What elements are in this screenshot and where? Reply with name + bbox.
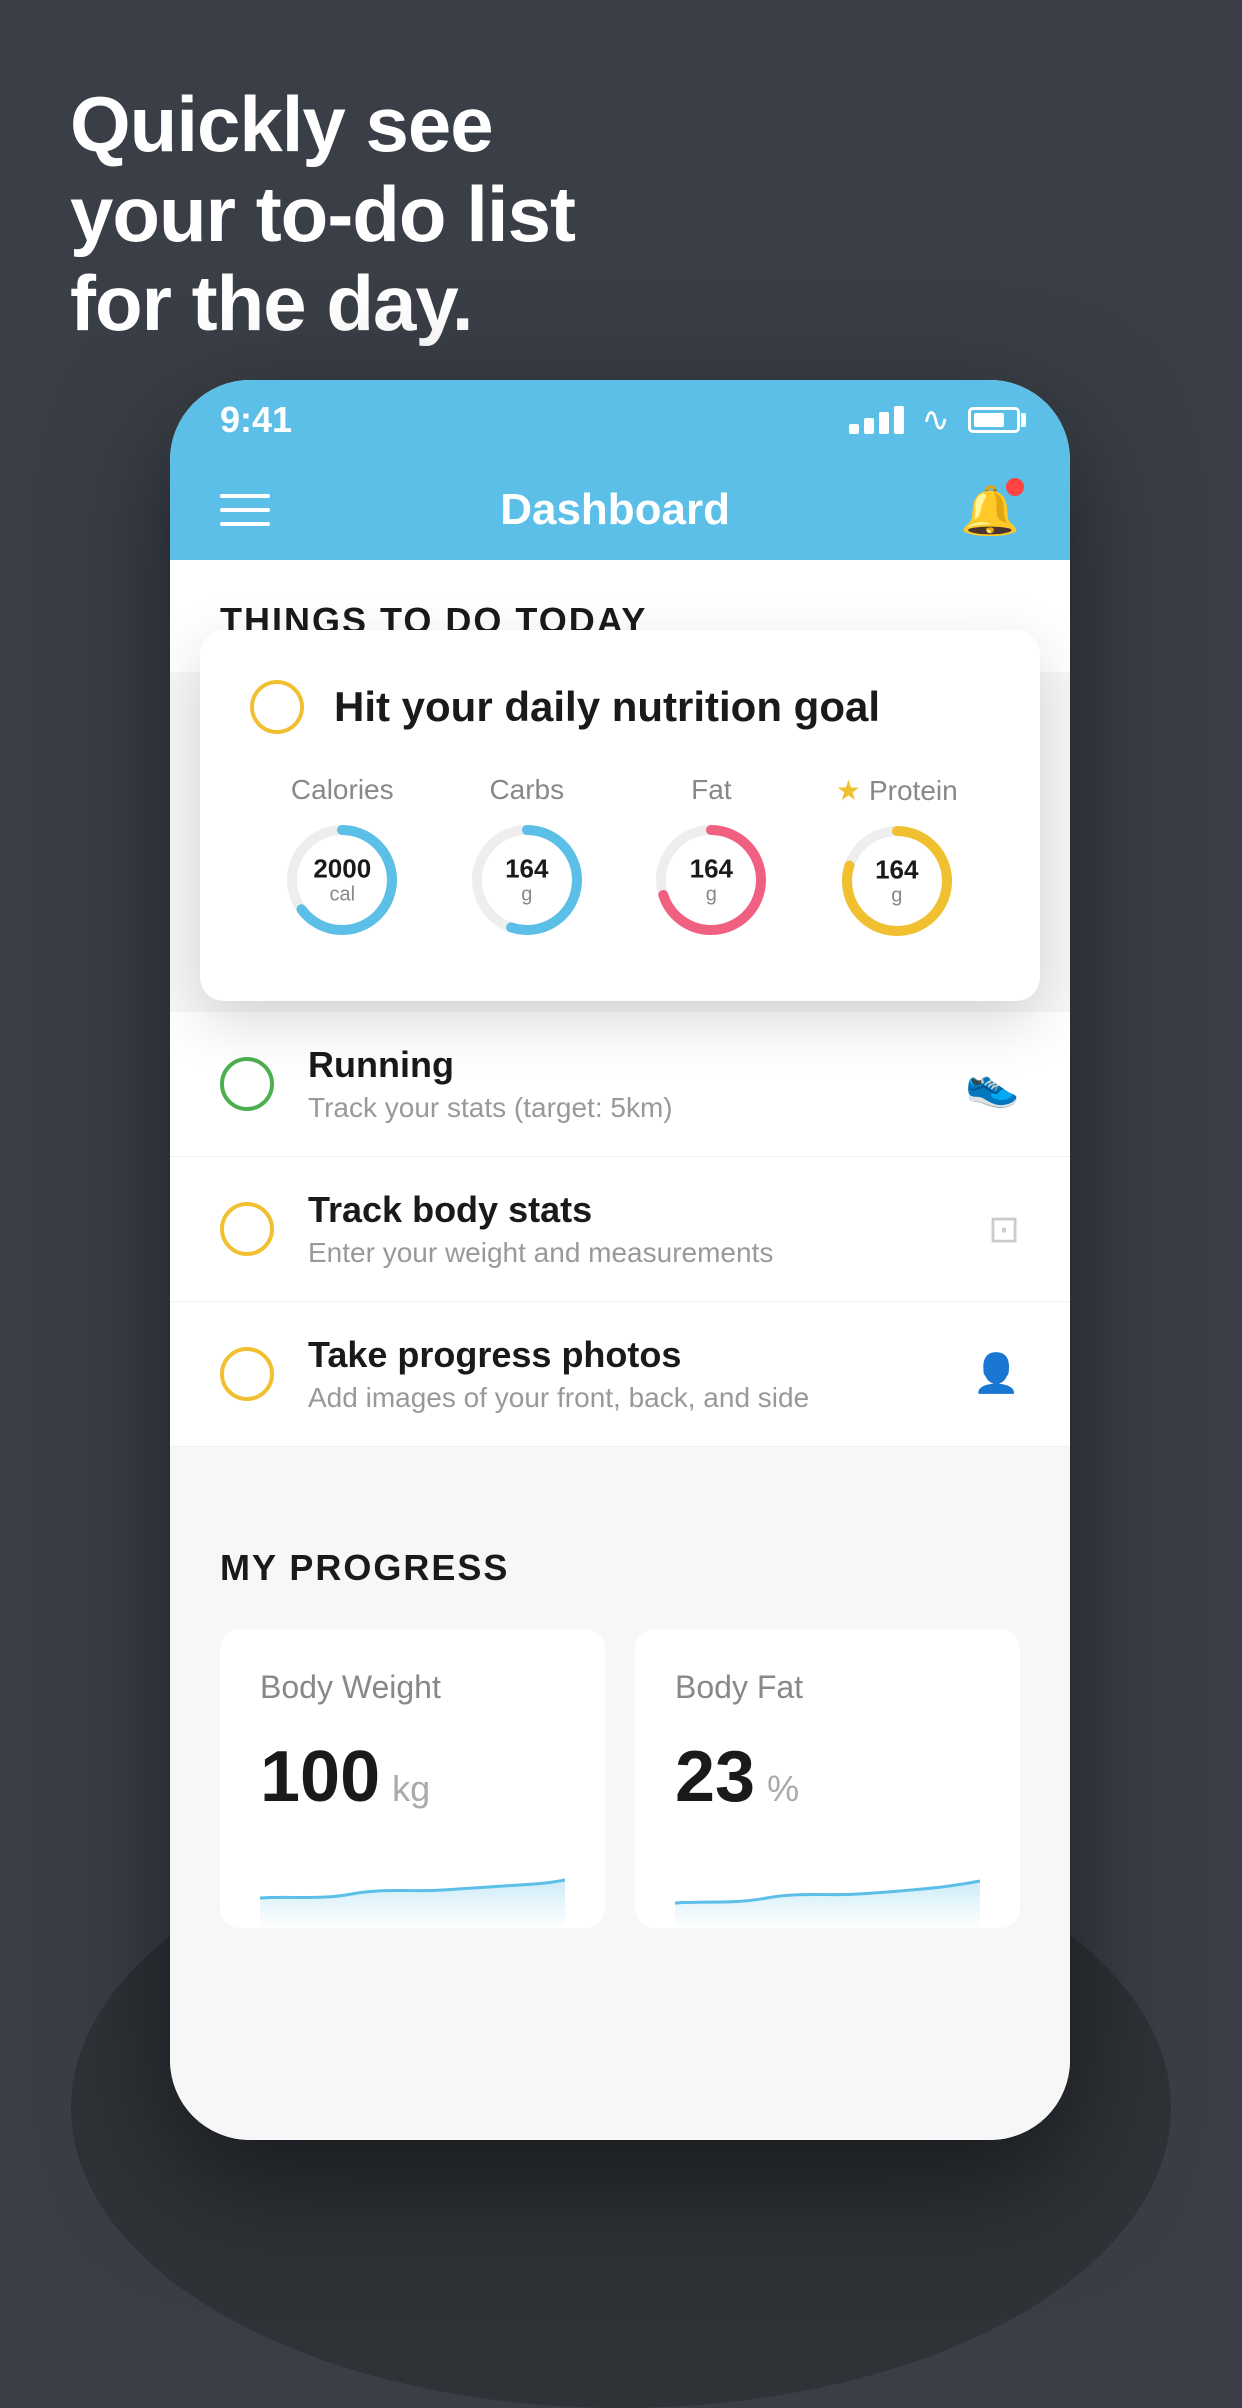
battery-icon [968,407,1020,433]
calories-value: 2000 cal [313,855,371,906]
photos-subtitle: Add images of your front, back, and side [308,1382,939,1414]
body-fat-card[interactable]: Body Fat 23 % [635,1629,1020,1928]
calories-item: Calories 2000 cal [282,774,402,940]
protein-item: ★ Protein 164 g [836,774,958,941]
star-icon: ★ [836,774,861,807]
carbs-item: Carbs 164 g [467,774,587,940]
body-stats-text: Track body stats Enter your weight and m… [308,1189,954,1269]
running-subtitle: Track your stats (target: 5km) [308,1092,931,1124]
progress-grid: Body Weight 100 kg [220,1629,1020,1928]
body-fat-sparkline [675,1848,980,1928]
notification-badge [1006,478,1024,496]
body-fat-value: 23 [675,1736,755,1818]
body-stats-subtitle: Enter your weight and measurements [308,1237,954,1269]
hamburger-menu-button[interactable] [220,494,270,526]
nutrition-card-title: Hit your daily nutrition goal [334,683,880,731]
calories-label: Calories [291,774,394,806]
nutrition-card[interactable]: Hit your daily nutrition goal Calories 2… [200,630,1040,1001]
status-bar: 9:41 ∿ [170,380,1070,460]
body-fat-unit: % [767,1768,799,1810]
fat-item: Fat 164 g [651,774,771,940]
hero-line3: for the day. [70,259,575,349]
body-weight-card-title: Body Weight [260,1669,565,1706]
fat-value: 164 g [690,855,733,906]
protein-label: ★ Protein [836,774,958,807]
protein-donut: 164 g [837,821,957,941]
carbs-donut: 164 g [467,820,587,940]
signal-icon [849,406,904,434]
fat-donut: 164 g [651,820,771,940]
nutrition-grid: Calories 2000 cal Carbs [250,774,990,941]
status-icons: ∿ [849,400,1021,440]
todo-list: Running Track your stats (target: 5km) 👟… [170,1012,1070,1447]
status-time: 9:41 [220,399,292,441]
hero-line1: Quickly see [70,80,575,170]
body-stats-checkbox[interactable] [220,1202,274,1256]
running-checkbox[interactable] [220,1057,274,1111]
body-weight-sparkline [260,1848,565,1928]
body-weight-card[interactable]: Body Weight 100 kg [220,1629,605,1928]
nav-bar-title: Dashboard [500,485,730,535]
body-weight-value-row: 100 kg [260,1736,565,1818]
body-stats-title: Track body stats [308,1189,954,1231]
todo-item-photos[interactable]: Take progress photos Add images of your … [170,1302,1070,1447]
photos-text: Take progress photos Add images of your … [308,1334,939,1414]
running-text: Running Track your stats (target: 5km) [308,1044,931,1124]
nutrition-card-header: Hit your daily nutrition goal [250,680,990,734]
photos-title: Take progress photos [308,1334,939,1376]
hero-line2: your to-do list [70,170,575,260]
phone-mockup: 9:41 ∿ Dashboard 🔔 [170,380,1070,2140]
progress-section: MY PROGRESS Body Weight 100 kg [170,1487,1070,1968]
progress-title: MY PROGRESS [220,1547,1020,1589]
content-area: THINGS TO DO TODAY Hit your daily nutrit… [170,560,1070,2140]
running-title: Running [308,1044,931,1086]
notification-button[interactable]: 🔔 [960,482,1020,539]
body-fat-value-row: 23 % [675,1736,980,1818]
fat-label: Fat [691,774,731,806]
nav-bar: Dashboard 🔔 [170,460,1070,560]
todo-item-body-stats[interactable]: Track body stats Enter your weight and m… [170,1157,1070,1302]
todo-item-running[interactable]: Running Track your stats (target: 5km) 👟 [170,1012,1070,1157]
nutrition-checkbox[interactable] [250,680,304,734]
body-weight-value: 100 [260,1736,380,1818]
body-fat-card-title: Body Fat [675,1669,980,1706]
calories-donut: 2000 cal [282,820,402,940]
person-icon: 👤 [973,1352,1020,1396]
photos-checkbox[interactable] [220,1347,274,1401]
scale-icon: ⊡ [988,1207,1020,1252]
wifi-icon: ∿ [922,400,951,440]
carbs-label: Carbs [489,774,564,806]
protein-value: 164 g [875,856,918,907]
body-weight-unit: kg [392,1768,430,1810]
hero-text: Quickly see your to-do list for the day. [70,80,575,349]
carbs-value: 164 g [505,855,548,906]
running-icon: 👟 [965,1058,1020,1110]
